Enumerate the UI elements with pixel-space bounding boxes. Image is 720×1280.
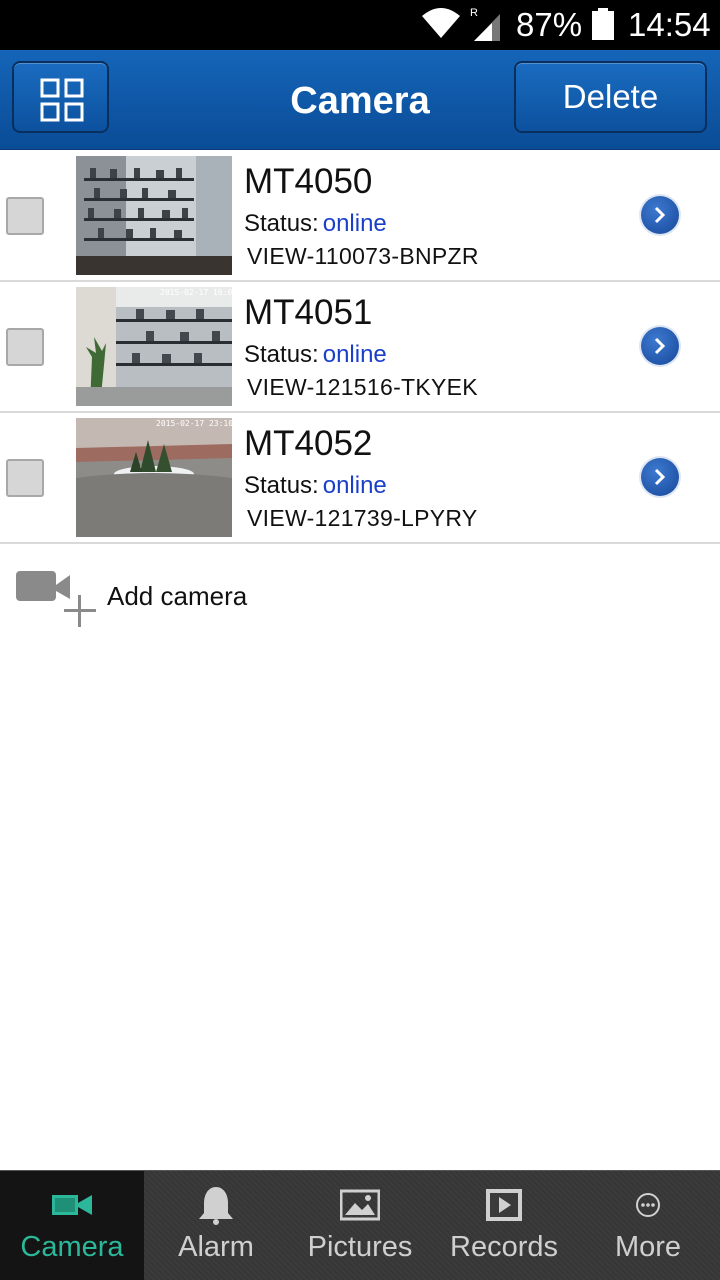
wifi-icon	[422, 8, 460, 38]
chevron-right-icon	[654, 468, 666, 486]
status-online: online	[322, 210, 387, 237]
tab-label: Camera	[20, 1231, 124, 1263]
grid-view-button[interactable]	[12, 61, 109, 133]
camera-checkbox[interactable]	[6, 328, 44, 366]
camera-status: Status: online	[244, 341, 387, 368]
svg-text:2015-02-17 23:10:15: 2015-02-17 23:10:15	[156, 419, 232, 428]
camera-checkbox[interactable]	[6, 197, 44, 235]
picture-icon	[340, 1189, 380, 1221]
chevron-right-icon	[654, 337, 666, 355]
title-bar: Camera Delete	[0, 50, 720, 150]
status-online: online	[322, 472, 387, 499]
camera-detail-button[interactable]	[641, 196, 679, 234]
camera-name: MT4052	[244, 424, 373, 463]
camera-name: MT4051	[244, 293, 373, 332]
add-camera-icon	[16, 571, 96, 627]
tab-pictures[interactable]: Pictures	[288, 1171, 432, 1280]
records-icon	[486, 1189, 522, 1221]
camera-name: MT4050	[244, 162, 373, 201]
signal-icon: R	[470, 7, 500, 41]
add-camera-label: Add camera	[107, 581, 248, 611]
camera-detail-button[interactable]	[641, 458, 679, 496]
camera-id: VIEW-110073-BNPZR	[247, 243, 479, 269]
tab-label: More	[614, 1231, 682, 1263]
camera-detail-button[interactable]	[641, 327, 679, 365]
camera-status: Status: online	[244, 472, 387, 499]
status-online: online	[322, 341, 387, 368]
camera-thumbnail[interactable]: 2015-02-17 23:10:15	[76, 418, 232, 537]
status-bar: R 87% 14:54	[0, 0, 720, 50]
clock: 14:54	[628, 6, 711, 43]
add-camera-button[interactable]: Add camera	[0, 560, 720, 636]
tab-more[interactable]: More	[576, 1171, 720, 1280]
camera-row[interactable]: 2015-02-17 23:10:15 MT4052 Status:online…	[0, 413, 720, 544]
more-icon	[636, 1193, 660, 1217]
camera-checkbox[interactable]	[6, 459, 44, 497]
battery-icon	[592, 8, 614, 40]
camera-list: MT4050 Status:online VIEW-110073-BNPZR	[0, 151, 720, 544]
camera-row[interactable]: 2015-02-17 16:08:48 MT4051 Status:online…	[0, 282, 720, 413]
camera-id: VIEW-121516-TKYEK	[247, 374, 478, 400]
bell-icon	[199, 1187, 233, 1225]
delete-button[interactable]: Delete	[514, 61, 707, 133]
camera-thumbnail[interactable]	[76, 156, 232, 275]
chevron-right-icon	[654, 206, 666, 224]
tab-label: Pictures	[307, 1231, 413, 1263]
tab-label: Records	[450, 1231, 558, 1263]
tab-alarm[interactable]: Alarm	[144, 1171, 288, 1280]
camera-thumbnail[interactable]: 2015-02-17 16:08:48	[76, 287, 232, 406]
grid-icon	[40, 78, 84, 122]
camera-id: VIEW-121739-LPYRY	[247, 505, 478, 531]
bottom-navigation: Camera Alarm Pictures Records More	[0, 1170, 720, 1280]
svg-text:2015-02-17 16:08:48: 2015-02-17 16:08:48	[160, 288, 232, 297]
video-camera-icon	[52, 1195, 92, 1215]
svg-text:R: R	[470, 7, 478, 19]
battery-percentage: 87%	[516, 6, 583, 43]
tab-records[interactable]: Records	[432, 1171, 576, 1280]
tab-label: Alarm	[178, 1231, 254, 1263]
camera-row[interactable]: MT4050 Status: online VIEW-110073-BNPZR	[0, 151, 720, 282]
tab-camera[interactable]: Camera	[0, 1171, 144, 1280]
camera-status: Status: online	[244, 210, 387, 237]
page-title: Camera	[290, 80, 430, 122]
